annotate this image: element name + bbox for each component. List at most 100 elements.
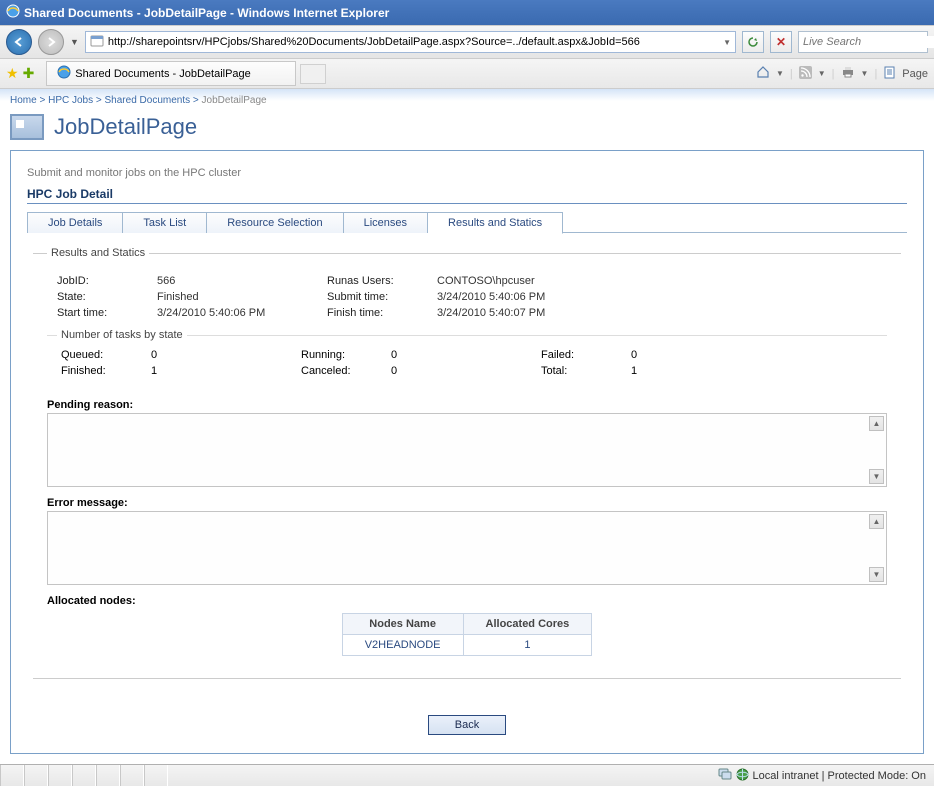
print-icon[interactable] xyxy=(841,65,855,82)
nav-back-button[interactable] xyxy=(6,29,32,55)
favorites-bar: ★ ✚ Shared Documents - JobDetailPage ▼ |… xyxy=(0,59,934,89)
queued-value: 0 xyxy=(151,349,301,361)
favorites-star-icon[interactable]: ★ xyxy=(6,65,19,82)
tab-resource-selection[interactable]: Resource Selection xyxy=(207,212,343,233)
tab-strip: Job Details Task List Resource Selection… xyxy=(27,212,907,233)
main-panel: Submit and monitor jobs on the HPC clust… xyxy=(10,150,924,754)
submit-value: 3/24/2010 5:40:06 PM xyxy=(437,291,607,303)
tab-body: Results and Statics JobID: 566 Runas Use… xyxy=(27,233,907,701)
running-value: 0 xyxy=(391,349,541,361)
tasks-grid: Queued: 0 Running: 0 Failed: 0 Finished:… xyxy=(61,349,887,377)
tasks-legend: Number of tasks by state xyxy=(57,329,187,341)
runas-value: CONTOSO\hpcuser xyxy=(437,275,607,287)
job-info-grid: JobID: 566 Runas Users: CONTOSO\hpcuser … xyxy=(57,275,887,319)
tab-task-list[interactable]: Task List xyxy=(123,212,207,233)
finished-value: 1 xyxy=(151,365,301,377)
tab-results-statics[interactable]: Results and Statics xyxy=(428,212,563,234)
feeds-icon[interactable] xyxy=(799,66,812,82)
window-title-bar: Shared Documents - JobDetailPage - Windo… xyxy=(0,0,934,25)
refresh-button[interactable] xyxy=(742,31,764,53)
allocated-label: Allocated nodes: xyxy=(47,595,887,607)
finish-value: 3/24/2010 5:40:07 PM xyxy=(437,307,607,319)
nav-bar: ▼ ▼ ✕ xyxy=(0,25,934,59)
panel-heading: HPC Job Detail xyxy=(27,187,907,201)
search-input[interactable] xyxy=(803,36,934,48)
tab-favicon xyxy=(57,65,71,82)
back-button[interactable]: Back xyxy=(428,715,506,735)
home-icon[interactable] xyxy=(756,65,770,82)
command-bar: ▼ | ▼ | ▼ | Page xyxy=(756,65,928,82)
security-zone-text: Local intranet | Protected Mode: On xyxy=(753,770,926,782)
nav-history-dropdown[interactable]: ▼ xyxy=(70,37,79,47)
nav-forward-button[interactable] xyxy=(38,29,64,55)
panel-subtitle: Submit and monitor jobs on the HPC clust… xyxy=(27,167,907,179)
error-label: Error message: xyxy=(47,497,887,509)
address-input[interactable] xyxy=(108,36,723,48)
status-right: Local intranet | Protected Mode: On xyxy=(718,768,934,784)
window-title: Shared Documents - JobDetailPage - Windo… xyxy=(24,6,389,20)
ie-icon xyxy=(6,4,20,21)
breadcrumb-current: JobDetailPage xyxy=(202,95,267,106)
tab-licenses[interactable]: Licenses xyxy=(344,212,428,233)
running-label: Running: xyxy=(301,349,391,361)
divider xyxy=(33,678,901,679)
pending-reason-box[interactable]: ▲ ▼ xyxy=(47,413,887,487)
state-label: State: xyxy=(57,291,157,303)
results-legend: Results and Statics xyxy=(47,247,149,259)
status-bar: Local intranet | Protected Mode: On xyxy=(0,764,934,786)
address-bar[interactable]: ▼ xyxy=(85,31,736,53)
tab-job-details[interactable]: Job Details xyxy=(27,212,123,233)
stop-button[interactable]: ✕ xyxy=(770,31,792,53)
page-title: JobDetailPage xyxy=(54,114,197,140)
table-header-row: Nodes Name Allocated Cores xyxy=(342,614,592,635)
cell-allocated-cores: 1 xyxy=(463,635,592,656)
page-header-icon xyxy=(10,114,44,140)
finished-label: Finished: xyxy=(61,365,151,377)
scroll-up-icon[interactable]: ▲ xyxy=(869,416,884,431)
home-dropdown[interactable]: ▼ xyxy=(776,69,784,78)
queued-label: Queued: xyxy=(61,349,151,361)
cell-node-name: V2HEADNODE xyxy=(342,635,463,656)
new-tab-button[interactable] xyxy=(300,64,326,84)
submit-label: Submit time: xyxy=(327,291,437,303)
feeds-dropdown[interactable]: ▼ xyxy=(818,69,826,78)
pending-label: Pending reason: xyxy=(47,399,887,411)
search-box[interactable] xyxy=(798,31,928,53)
page-favicon xyxy=(90,34,104,51)
start-value: 3/24/2010 5:40:06 PM xyxy=(157,307,327,319)
breadcrumb-home[interactable]: Home xyxy=(10,95,37,106)
divider xyxy=(27,203,907,204)
page-menu-icon[interactable] xyxy=(883,66,896,82)
total-value: 1 xyxy=(631,365,751,377)
browser-tab[interactable]: Shared Documents - JobDetailPage xyxy=(46,61,296,86)
results-fieldset: Results and Statics JobID: 566 Runas Use… xyxy=(33,247,901,662)
error-message-box[interactable]: ▲ ▼ xyxy=(47,511,887,585)
page-menu-label[interactable]: Page xyxy=(902,68,928,80)
status-cells xyxy=(0,765,168,786)
breadcrumb-shared-docs[interactable]: Shared Documents xyxy=(105,95,191,106)
runas-label: Runas Users: xyxy=(327,275,437,287)
finish-label: Finish time: xyxy=(327,307,437,319)
address-dropdown[interactable]: ▼ xyxy=(723,38,731,47)
print-dropdown[interactable]: ▼ xyxy=(861,69,869,78)
canceled-label: Canceled: xyxy=(301,365,391,377)
start-label: Start time: xyxy=(57,307,157,319)
breadcrumb-hpc-jobs[interactable]: HPC Jobs xyxy=(48,95,93,106)
state-value: Finished xyxy=(157,291,327,303)
tasks-fieldset: Number of tasks by state Queued: 0 Runni… xyxy=(47,329,887,387)
canceled-value: 0 xyxy=(391,365,541,377)
scroll-up-icon[interactable]: ▲ xyxy=(869,514,884,529)
scroll-down-icon[interactable]: ▼ xyxy=(869,469,884,484)
jobid-value: 566 xyxy=(157,275,327,287)
failed-value: 0 xyxy=(631,349,751,361)
zone-icon xyxy=(736,768,749,784)
scroll-down-icon[interactable]: ▼ xyxy=(869,567,884,582)
page-content: Home > HPC Jobs > Shared Documents > Job… xyxy=(0,89,934,764)
col-nodes-name: Nodes Name xyxy=(342,614,463,635)
page-header: JobDetailPage xyxy=(10,114,924,140)
pc-icon xyxy=(718,768,732,784)
table-row: V2HEADNODE 1 xyxy=(342,635,592,656)
add-favorites-icon[interactable]: ✚ xyxy=(23,65,35,82)
allocated-nodes-table: Nodes Name Allocated Cores V2HEADNODE 1 xyxy=(342,613,593,656)
total-label: Total: xyxy=(541,365,631,377)
